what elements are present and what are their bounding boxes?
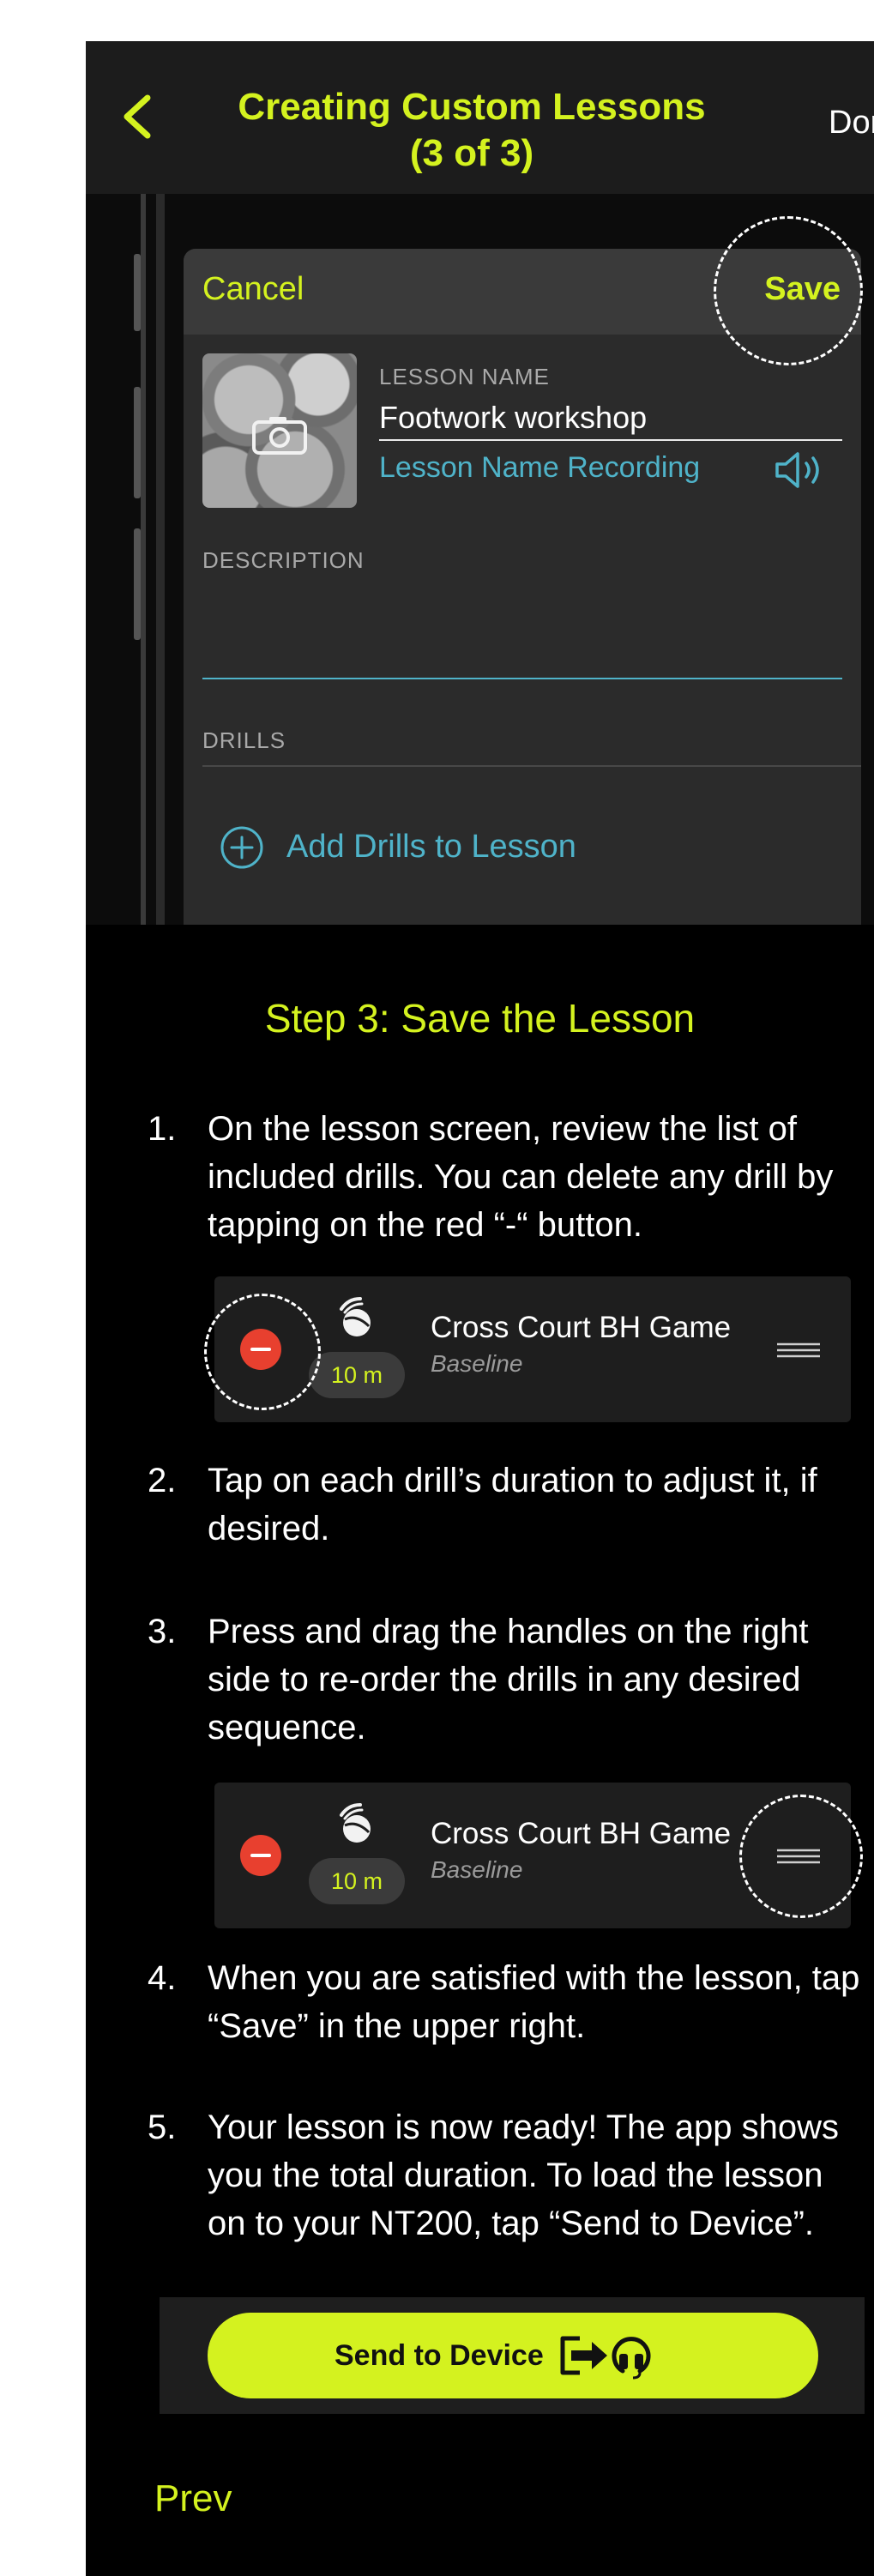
phone-side-button: [134, 254, 141, 331]
lesson-name-recording-link[interactable]: Lesson Name Recording: [379, 451, 700, 485]
cancel-button[interactable]: Cancel: [202, 271, 304, 308]
step-title: Step 3: Save the Lesson: [264, 996, 696, 1041]
send-to-device-icon: [560, 2336, 651, 2380]
lesson-modal: Cancel Save LESSON NAME Footwork worksho…: [184, 249, 861, 925]
phone-side-button: [134, 387, 141, 498]
phone-side-button: [134, 528, 141, 640]
tutorial-screen: Creating Custom Lessons (3 of 3) Done Ca…: [86, 41, 874, 2576]
step-1: 1. On the lesson screen, review the list…: [148, 1105, 863, 1249]
step-4: 4. When you are satisfied with the lesso…: [148, 1954, 863, 2050]
duration-pill[interactable]: 10 m: [309, 1858, 405, 1904]
tennis-ball-icon: [340, 1297, 371, 1336]
modal-header: Cancel Save: [184, 249, 861, 335]
divider: [202, 765, 861, 767]
add-drills-button[interactable]: Add Drills to Lesson: [286, 829, 576, 866]
lesson-photo[interactable]: [202, 353, 357, 508]
step-3: 3. Press and drag the handles on the rig…: [148, 1608, 863, 1752]
drag-handle-icon[interactable]: [777, 1848, 820, 1865]
step-5: 5. Your lesson is now ready! The app sho…: [148, 2103, 863, 2247]
app-screenshot: Cancel Save LESSON NAME Footwork worksho…: [86, 194, 874, 925]
drill-name: Cross Court BH Game: [431, 1311, 732, 1344]
lesson-name-input[interactable]: Footwork workshop: [379, 400, 647, 436]
camera-icon: [252, 417, 307, 455]
step-number: 4.: [148, 1959, 177, 1997]
step-number: 1.: [148, 1110, 177, 1148]
chevron-left-icon[interactable]: [113, 91, 165, 142]
drill-category: Baseline: [431, 1856, 523, 1883]
drag-handle-icon[interactable]: [777, 1342, 820, 1359]
lesson-name-label: LESSON NAME: [379, 364, 550, 389]
top-bar: Creating Custom Lessons (3 of 3) Done: [86, 41, 874, 194]
save-button[interactable]: Save: [764, 271, 841, 308]
step-2: 2. Tap on each drill’s duration to adjus…: [148, 1457, 863, 1553]
step-text: Tap on each drill’s duration to adjust i…: [208, 1462, 817, 1547]
speaker-icon[interactable]: [774, 449, 829, 491]
step-number: 5.: [148, 2108, 177, 2146]
tennis-ball-icon: [340, 1803, 371, 1843]
phone-edge: [156, 194, 165, 925]
step-text: On the lesson screen, review the list of…: [208, 1110, 834, 1244]
divider: [379, 439, 842, 441]
minus-icon[interactable]: [240, 1329, 281, 1370]
drill-name: Cross Court BH Game: [431, 1817, 732, 1850]
drill-row: 10 m Cross Court BH Game Baseline: [214, 1783, 851, 1928]
duration-pill[interactable]: 10 m: [309, 1352, 405, 1398]
prev-button[interactable]: Prev: [154, 2477, 232, 2520]
drill-category: Baseline: [431, 1350, 523, 1377]
send-panel: Send to Device: [160, 2297, 865, 2414]
drills-label: DRILLS: [202, 727, 286, 753]
step-text: Press and drag the handles on the right …: [208, 1613, 809, 1746]
done-button[interactable]: Done: [829, 105, 874, 142]
plus-circle-icon[interactable]: [220, 825, 264, 870]
step-text: Your lesson is now ready! The app shows …: [208, 2108, 839, 2242]
phone-edge: [141, 194, 146, 925]
description-input[interactable]: [202, 678, 842, 679]
drill-row: 10 m Cross Court BH Game Baseline: [214, 1276, 851, 1422]
send-button-label: Send to Device: [335, 2339, 544, 2372]
step-text: When you are satisfied with the lesson, …: [208, 1959, 860, 2045]
description-label: DESCRIPTION: [202, 547, 365, 573]
step-number: 3.: [148, 1613, 177, 1650]
send-to-device-button[interactable]: Send to Device: [208, 2313, 818, 2398]
minus-icon[interactable]: [240, 1835, 281, 1876]
step-number: 2.: [148, 1462, 177, 1499]
page-title: Creating Custom Lessons (3 of 3): [238, 86, 706, 174]
